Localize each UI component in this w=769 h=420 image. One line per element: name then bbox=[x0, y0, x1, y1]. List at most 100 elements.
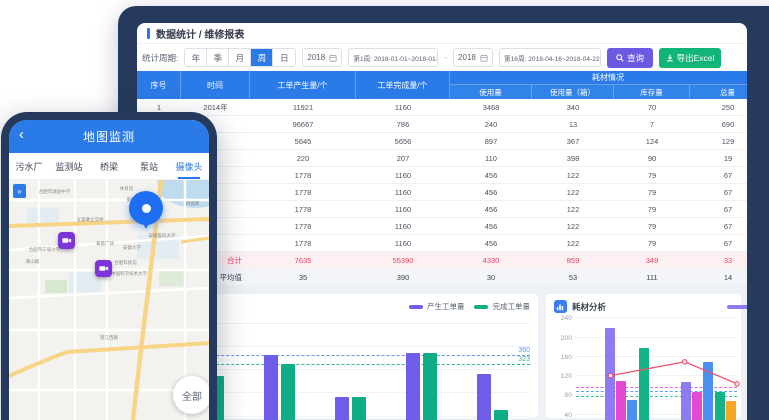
table-row: 12014年119211160346834070250 bbox=[137, 99, 747, 116]
legend-swatch bbox=[409, 305, 423, 309]
table-cell: 456 bbox=[450, 235, 532, 251]
export-excel-button[interactable]: 导出Excel bbox=[659, 48, 721, 68]
table-cell: 90 bbox=[614, 150, 690, 166]
table-cell: 398 bbox=[532, 150, 614, 166]
average-cell: 390 bbox=[356, 269, 450, 285]
table-cell: 690 bbox=[690, 116, 747, 132]
table-cell: 79 bbox=[614, 184, 690, 200]
period-option[interactable]: 年 bbox=[185, 49, 207, 66]
table-cell: 1160 bbox=[356, 218, 450, 234]
table-cell: 367 bbox=[532, 133, 614, 149]
period-segmented-control: 年季月周日 bbox=[184, 48, 296, 67]
total-row: 合计763555390433085934933 bbox=[137, 252, 747, 269]
table-cell: 5645 bbox=[250, 133, 356, 149]
table-cell: 1160 bbox=[356, 235, 450, 251]
end-year-select[interactable]: 2018 bbox=[453, 48, 493, 67]
map-label: 黄山路 bbox=[26, 258, 40, 264]
selected-location-pin[interactable] bbox=[129, 191, 163, 225]
phone-tab-bar: 污水厂监测站桥梁泵站摄像头 bbox=[9, 153, 209, 180]
group-column: 耗材情况 使用量使用量（箱）库存量总量 bbox=[450, 71, 747, 99]
start-year-select[interactable]: 2018 bbox=[302, 48, 342, 67]
table-cell: 19 bbox=[690, 150, 747, 166]
table-cell: 1778 bbox=[250, 184, 356, 200]
table-header: 序号时间工单产生量/个工单完成量/个 耗材情况 使用量使用量（箱）库存量总量 bbox=[137, 71, 747, 99]
table-row: 356455656897367124129 bbox=[137, 133, 747, 150]
table-cell: 122 bbox=[532, 184, 614, 200]
legend-swatch bbox=[474, 305, 488, 309]
bar bbox=[423, 353, 437, 420]
total-cell: 859 bbox=[532, 252, 614, 268]
phone-tab[interactable]: 摄像头 bbox=[169, 153, 209, 179]
table-cell: 122 bbox=[532, 167, 614, 183]
consumables-legend-swatch bbox=[727, 305, 747, 309]
table-cell: 250 bbox=[690, 99, 747, 115]
bar bbox=[406, 353, 420, 420]
table-cell: 11921 bbox=[250, 99, 356, 115]
back-icon[interactable]: ‹ bbox=[19, 126, 24, 144]
expand-panel-button[interactable]: » bbox=[13, 184, 26, 198]
all-button[interactable]: 全部 bbox=[173, 376, 209, 414]
table-cell: 70 bbox=[614, 99, 690, 115]
phone-page-title: 地图监测 bbox=[83, 128, 135, 145]
phone-header: ‹ 地图监测 bbox=[9, 120, 209, 153]
table-cell: 7 bbox=[614, 116, 690, 132]
table-cell: 207 bbox=[356, 150, 450, 166]
period-option[interactable]: 周 bbox=[251, 49, 273, 66]
map-label: 安徽大学 bbox=[123, 244, 141, 250]
table-cell: 122 bbox=[532, 201, 614, 217]
start-week-input[interactable]: 第1周: 2018-01-01~2018-01-07 bbox=[348, 48, 438, 67]
table-cell: 1160 bbox=[356, 99, 450, 115]
y-axis-tick-label: 40 bbox=[550, 412, 572, 419]
table-cell: 240 bbox=[450, 116, 532, 132]
phone-tab[interactable]: 泵站 bbox=[129, 153, 169, 179]
table-cell: 110 bbox=[450, 150, 532, 166]
table-cell: 897 bbox=[450, 133, 532, 149]
y-axis-tick-label: 240 bbox=[550, 315, 572, 322]
camera-marker[interactable] bbox=[58, 232, 75, 249]
period-option[interactable]: 月 bbox=[229, 49, 251, 66]
map-label: 合肥市宁溪小学 bbox=[29, 246, 61, 252]
phone-frame: ‹ 地图监测 污水厂监测站桥梁泵站摄像头 bbox=[1, 112, 217, 420]
camera-icon bbox=[98, 263, 109, 274]
table-row: 7177811604561227967 bbox=[137, 201, 747, 218]
phone-tab[interactable]: 污水厂 bbox=[9, 153, 49, 179]
reference-line-label: 323 bbox=[518, 356, 530, 363]
charts-section: 产生工单量 完成工单量 360323 耗材分析 bbox=[137, 286, 747, 420]
query-button[interactable]: 查询 bbox=[607, 48, 653, 68]
y-axis-tick-label: 160 bbox=[550, 354, 572, 361]
average-cell: 35 bbox=[250, 269, 356, 285]
map-view[interactable]: 合肥市琥珀中学 体育馆 安徽农业大学 桐城路 五里墩立交桥 安徽医科大学 合肥市… bbox=[9, 180, 209, 420]
table-row: 9177811604561227967 bbox=[137, 235, 747, 252]
y-axis-tick-label: 80 bbox=[550, 392, 572, 399]
period-option[interactable]: 日 bbox=[273, 49, 295, 66]
bar-chart-icon bbox=[554, 300, 567, 313]
table-cell: 456 bbox=[450, 201, 532, 217]
dashboard-screen: 数据统计 / 维修报表 统计周期: 年季月周日 2018 第1周: 2018-0… bbox=[137, 23, 747, 420]
table-cell: 129 bbox=[690, 133, 747, 149]
column-header: 工单完成量/个 bbox=[356, 71, 450, 99]
total-cell: 7635 bbox=[250, 252, 356, 268]
period-option[interactable]: 季 bbox=[207, 49, 229, 66]
table-cell: 79 bbox=[614, 218, 690, 234]
total-cell: 55390 bbox=[356, 252, 450, 268]
map-label: 望江西路 bbox=[100, 334, 118, 340]
legend-item: 完成工单量 bbox=[474, 301, 530, 312]
camera-marker[interactable] bbox=[95, 260, 112, 277]
total-cell: 4330 bbox=[450, 252, 532, 268]
map-label: 体育馆 bbox=[120, 185, 134, 191]
sub-column-header: 总量 bbox=[690, 85, 747, 99]
total-cell: 349 bbox=[614, 252, 690, 268]
y-axis-tick-label: 120 bbox=[550, 373, 572, 380]
phone-tab[interactable]: 桥梁 bbox=[89, 153, 129, 179]
bar bbox=[335, 397, 349, 420]
breadcrumb-bar: 数据统计 / 维修报表 bbox=[137, 23, 747, 44]
total-cell: 33 bbox=[690, 252, 747, 268]
table-cell: 456 bbox=[450, 184, 532, 200]
phone-tab[interactable]: 监测站 bbox=[49, 153, 89, 179]
table-cell: 67 bbox=[690, 167, 747, 183]
end-week-input[interactable]: 第16周: 2018-04-16~2018-04-22 bbox=[499, 48, 601, 67]
table-row: 42202071103989019 bbox=[137, 150, 747, 167]
table-cell: 3468 bbox=[450, 99, 532, 115]
export-icon bbox=[666, 54, 674, 62]
search-icon bbox=[616, 54, 624, 62]
